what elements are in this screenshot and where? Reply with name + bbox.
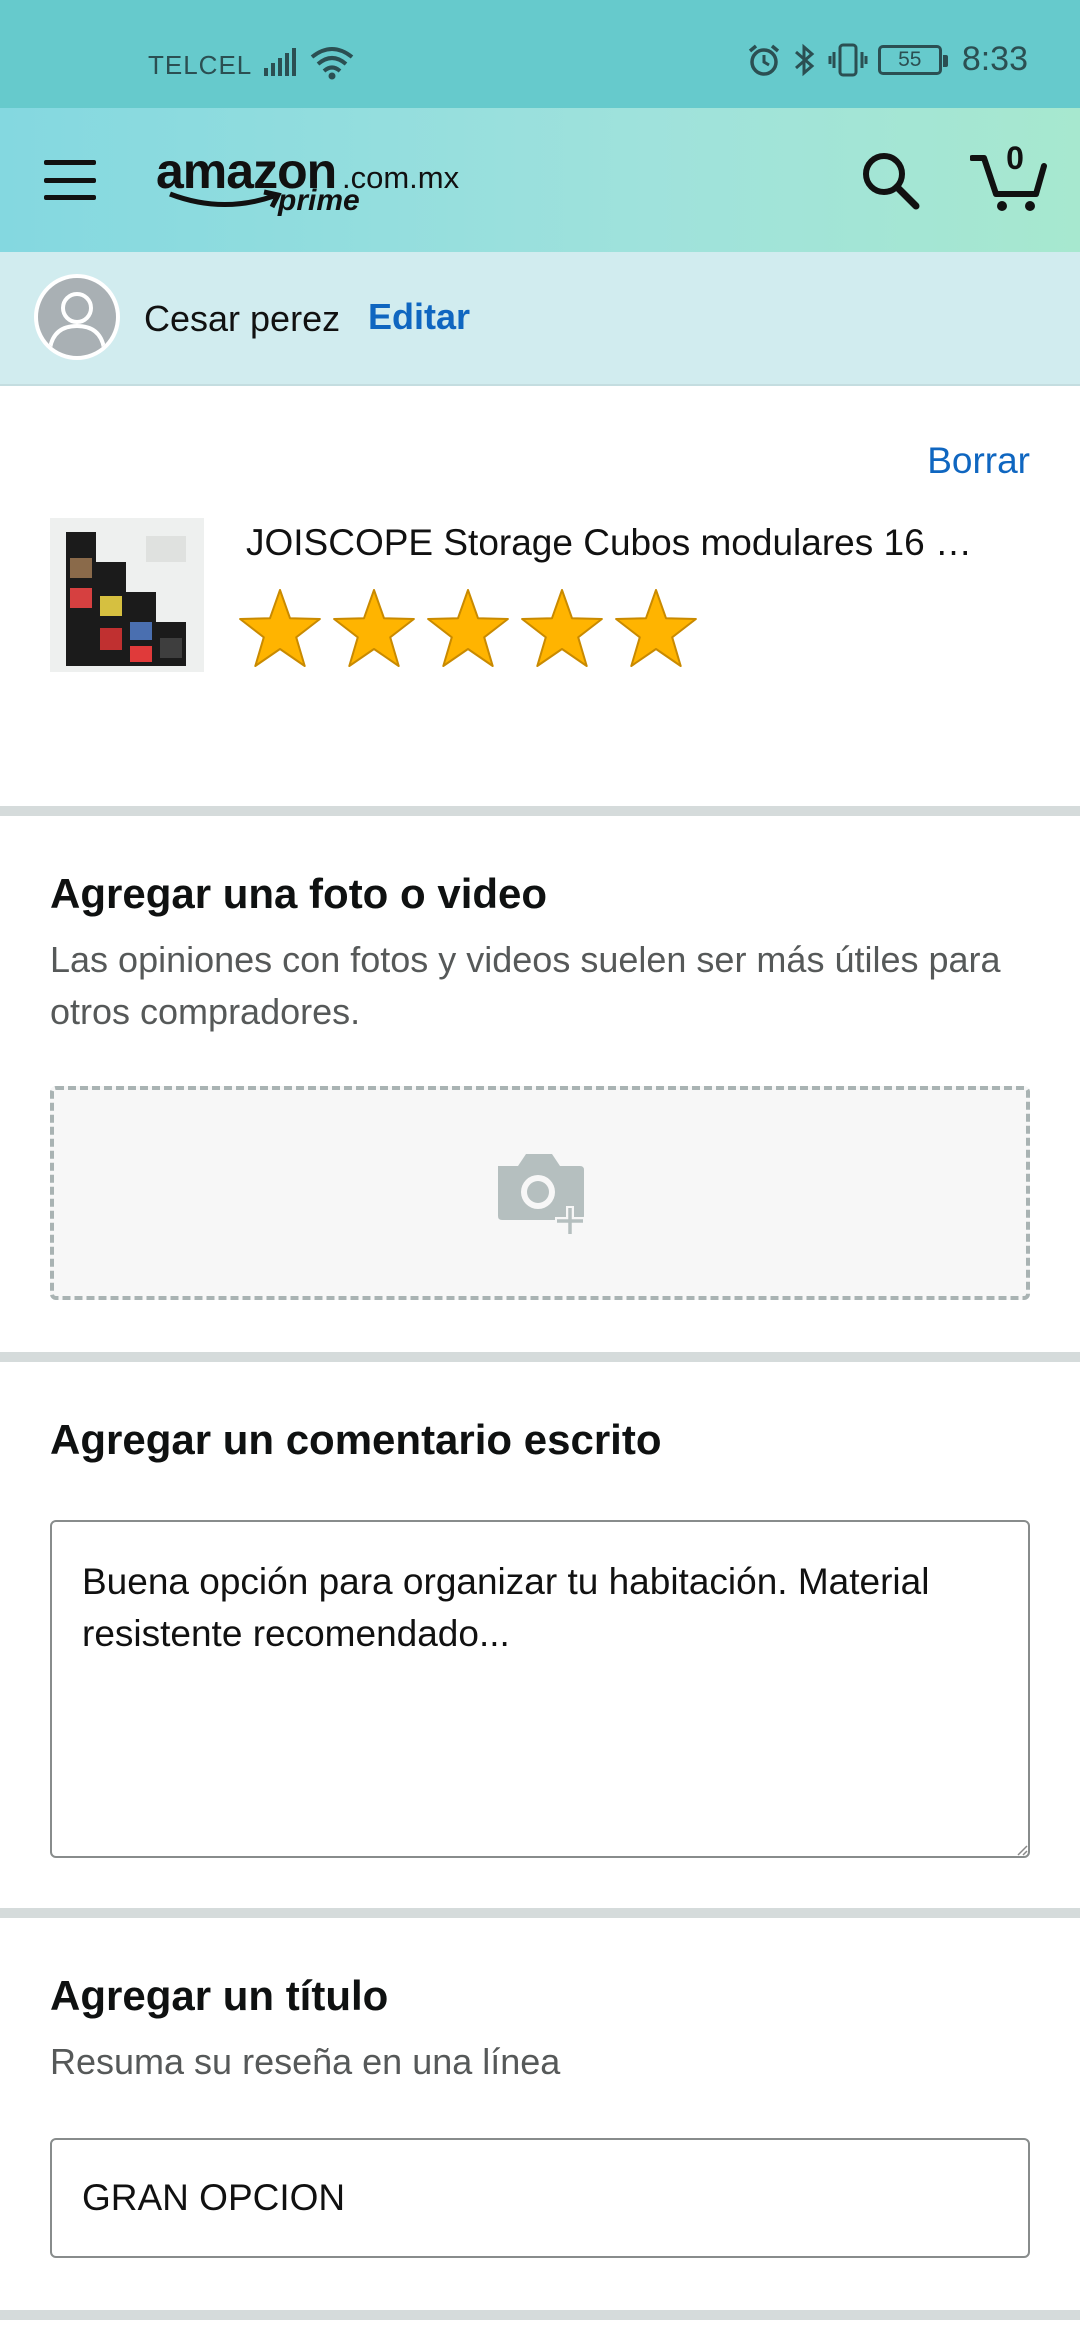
avatar	[34, 274, 120, 360]
title-section-subtext: Resuma su reseña en una línea	[50, 2041, 561, 2082]
clock: 8:33	[961, 40, 1028, 78]
section-divider	[0, 806, 1080, 816]
section-divider	[0, 1908, 1080, 1918]
amazon-logo[interactable]: amazon .com.mx prime	[156, 142, 476, 222]
wifi-icon	[310, 47, 354, 80]
vibrate-icon	[828, 42, 868, 78]
add-photo-button[interactable]	[50, 1086, 1030, 1300]
resize-grip-icon[interactable]	[1016, 1844, 1028, 1856]
profile-name: Cesar perez	[144, 298, 341, 339]
app-header: amazon .com.mx prime 0	[0, 108, 1080, 252]
star-icon[interactable]	[612, 586, 700, 674]
profile-bar: Cesar perez Editar	[0, 252, 1080, 386]
camera-add-icon	[498, 1154, 585, 1236]
title-section-heading: Agregar un título	[50, 1972, 389, 2019]
star-icon[interactable]	[518, 586, 606, 674]
user-icon	[48, 292, 106, 349]
photo-section-subtext: Las opiniones con fotos y videos suelen …	[50, 939, 1001, 1032]
section-divider	[0, 1352, 1080, 1362]
star-icon[interactable]	[424, 586, 512, 674]
alarm-icon	[746, 42, 782, 78]
review-comment-textarea[interactable]: Buena opción para organizar tu habitació…	[50, 1520, 1030, 1858]
battery-icon: 55	[877, 44, 948, 75]
review-title-input[interactable]	[50, 2138, 1030, 2258]
delete-review-link[interactable]: Borrar	[927, 440, 1030, 482]
cart-button[interactable]: 0	[969, 140, 1050, 216]
product-title: JOISCOPE Storage Cubos modulares 16 …	[246, 522, 972, 563]
status-bar: TELCEL 55 8:33	[0, 0, 1080, 108]
edit-profile-link[interactable]: Editar	[368, 296, 470, 338]
cell-signal-icon	[264, 48, 296, 76]
section-divider	[0, 2310, 1080, 2320]
logo-prime: prime	[278, 184, 360, 217]
carrier-label: TELCEL	[148, 50, 253, 80]
photo-section-heading: Agregar una foto o video	[50, 870, 548, 917]
star-rating[interactable]	[236, 586, 700, 674]
smile-arrow-icon	[169, 189, 282, 209]
star-icon[interactable]	[236, 586, 324, 674]
cart-count: 0	[1006, 140, 1024, 176]
bluetooth-icon	[792, 42, 818, 78]
search-icon[interactable]	[858, 148, 922, 212]
product-image	[50, 518, 204, 672]
comment-section-heading: Agregar un comentario escrito	[50, 1416, 662, 1463]
star-icon[interactable]	[330, 586, 418, 674]
menu-icon[interactable]	[44, 160, 96, 200]
